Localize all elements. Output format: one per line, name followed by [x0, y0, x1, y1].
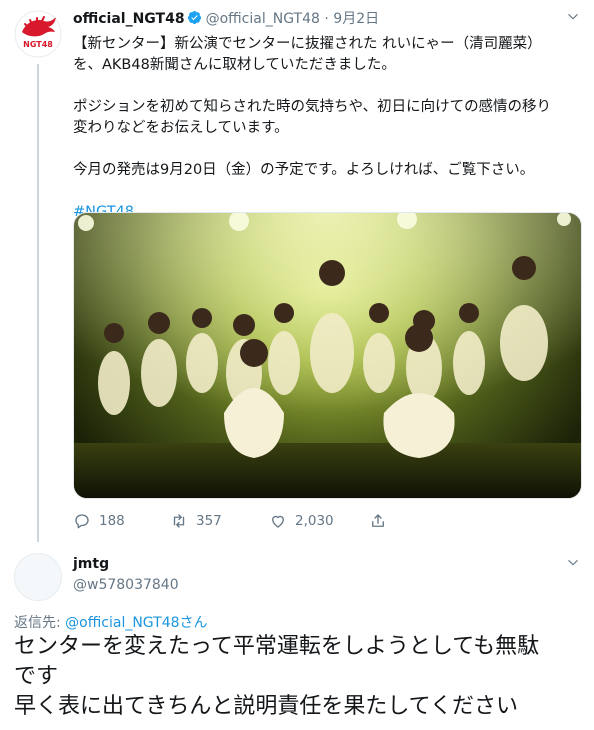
retweet-count: 357 — [196, 513, 222, 529]
share-action[interactable] — [369, 512, 387, 530]
reply-line: です — [14, 664, 59, 689]
thread-line — [37, 64, 39, 542]
caret-down-icon[interactable] — [566, 10, 580, 24]
tweet-date[interactable]: 9月2日 — [333, 11, 379, 27]
retweet-icon — [173, 514, 185, 528]
reply-icon — [75, 514, 89, 529]
reply-count: 188 — [99, 513, 125, 529]
separator-dot: · — [324, 11, 329, 27]
ngt48-avatar[interactable]: NGT48 — [14, 10, 62, 58]
replying-mention-link[interactable]: @official_NGT48さん — [65, 615, 207, 631]
reply-text: センターを変えたって平常運転をしようとしても無駄 です 早く表に出てきちんと説明… — [14, 632, 582, 722]
caret-down-icon[interactable] — [566, 556, 580, 570]
reply-handle[interactable]: @w578037840 — [73, 577, 179, 593]
tweet-header: official_NGT48 @official_NGT48 · 9月2日 — [73, 10, 580, 30]
replying-to: 返信先: @official_NGT48さん — [14, 612, 208, 632]
tweet-photo[interactable] — [73, 212, 582, 499]
verified-icon — [187, 10, 201, 25]
ngt48-logo-icon: NGT48 — [14, 10, 62, 58]
svg-text:NGT48: NGT48 — [23, 40, 53, 49]
retweet-action[interactable]: 357 — [170, 512, 222, 530]
reply-avatar[interactable] — [14, 553, 62, 601]
like-icon — [272, 515, 284, 528]
tweet-line: 【新センター】新公演でセンターに抜擢された れいにゃー（清司麗菜） — [73, 36, 542, 52]
reply-line: センターを変えたって平常運転をしようとしても無駄 — [14, 634, 540, 659]
display-name[interactable]: official_NGT48 — [73, 11, 185, 27]
reply-display-name[interactable]: jmtg — [73, 556, 109, 572]
reply-action[interactable]: 188 — [73, 512, 125, 530]
replying-prefix: 返信先: — [14, 615, 66, 631]
tweet-line: を、AKB48新聞さんに取材していただきました。 — [73, 57, 396, 73]
stage-photo-illustration — [74, 213, 581, 498]
like-action[interactable]: 2,030 — [269, 512, 334, 530]
tweet-line: ポジションを初めて知らされた時の気持ちや、初日に向けての感情の移り — [73, 99, 552, 115]
handle[interactable]: @official_NGT48 — [206, 11, 320, 27]
like-count: 2,030 — [295, 513, 334, 529]
share-icon — [372, 514, 384, 527]
tweet-line: 変わりなどをお伝えしています。 — [73, 120, 289, 136]
tweet-line: 今月の発売は9月20日（金）の予定です。よろしければ、ご覧下さい。 — [73, 162, 535, 178]
tweet-text: 【新センター】新公演でセンターに抜擢された れいにゃー（清司麗菜） を、AKB4… — [73, 34, 578, 223]
reply-line: 早く表に出てきちんと説明責任を果たしてください — [14, 694, 519, 719]
